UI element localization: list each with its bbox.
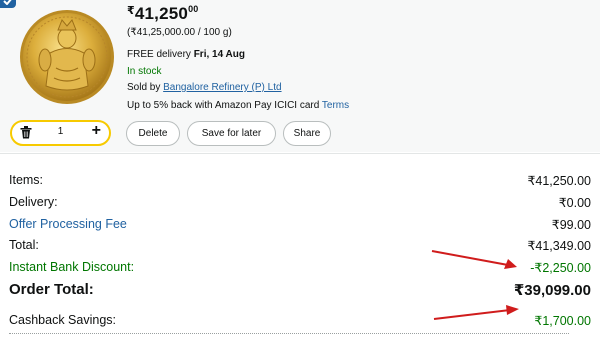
quantity-stepper: 1 +: [10, 120, 111, 146]
unit-price: (₹41,25,000.00 / 100 g): [127, 27, 232, 38]
discount-label: Instant Bank Discount:: [9, 260, 135, 274]
price-fraction: 00: [188, 4, 199, 14]
discount-value: -₹2,250.00: [530, 261, 591, 275]
sold-by-prefix: Sold by: [127, 82, 164, 93]
order-total-label: Order Total:: [9, 281, 94, 298]
cart-item: ₹41,25000 (₹41,25,000.00 / 100 g) FREE d…: [0, 0, 600, 152]
save-for-later-button[interactable]: Save for later: [187, 121, 276, 146]
seller-link[interactable]: Bangalore Refinery (P) Ltd: [163, 82, 281, 93]
delivery-value: ₹0.00: [558, 196, 591, 210]
cut-off-text-row: [0, 333, 600, 338]
items-value: ₹41,250.00: [527, 174, 591, 188]
delivery-prefix: FREE delivery: [127, 49, 194, 60]
cashback-savings-value: ₹1,700.00: [534, 314, 591, 328]
fee-value: ₹99.00: [551, 218, 591, 232]
gold-coin-icon[interactable]: [18, 8, 116, 106]
item-select-checkbox[interactable]: [0, 0, 16, 8]
red-arrow-icon: [433, 305, 519, 320]
checkmark-icon: [3, 0, 12, 5]
delivery-info: FREE delivery Fri, 14 Aug: [127, 49, 245, 60]
terms-link[interactable]: Terms: [322, 100, 349, 111]
delivery-label: Delivery:: [9, 195, 58, 209]
delete-button[interactable]: Delete: [126, 121, 180, 146]
divider: [0, 153, 600, 154]
plus-icon[interactable]: +: [92, 122, 101, 140]
order-total-value: ₹39,099.00: [513, 282, 591, 299]
cashback-text: Up to 5% back with Amazon Pay ICICI card: [127, 100, 322, 111]
total-value: ₹41,349.00: [527, 239, 591, 253]
price-symbol: ₹: [127, 5, 135, 17]
delivery-date: Fri, 14 Aug: [193, 49, 245, 60]
fee-label[interactable]: Offer Processing Fee: [9, 217, 127, 231]
cashback-savings-label: Cashback Savings:: [9, 313, 117, 327]
item-price: ₹41,25000: [127, 4, 198, 24]
cashback-offer: Up to 5% back with Amazon Pay ICICI card…: [127, 100, 349, 111]
items-label: Items:: [9, 173, 44, 187]
red-arrow-icon: [431, 250, 517, 269]
sold-by: Sold by Bangalore Refinery (P) Ltd: [127, 82, 282, 93]
stock-status: In stock: [127, 66, 162, 77]
total-label: Total:: [9, 238, 39, 252]
share-button[interactable]: Share: [283, 121, 331, 146]
price-whole: 41,250: [134, 4, 189, 23]
